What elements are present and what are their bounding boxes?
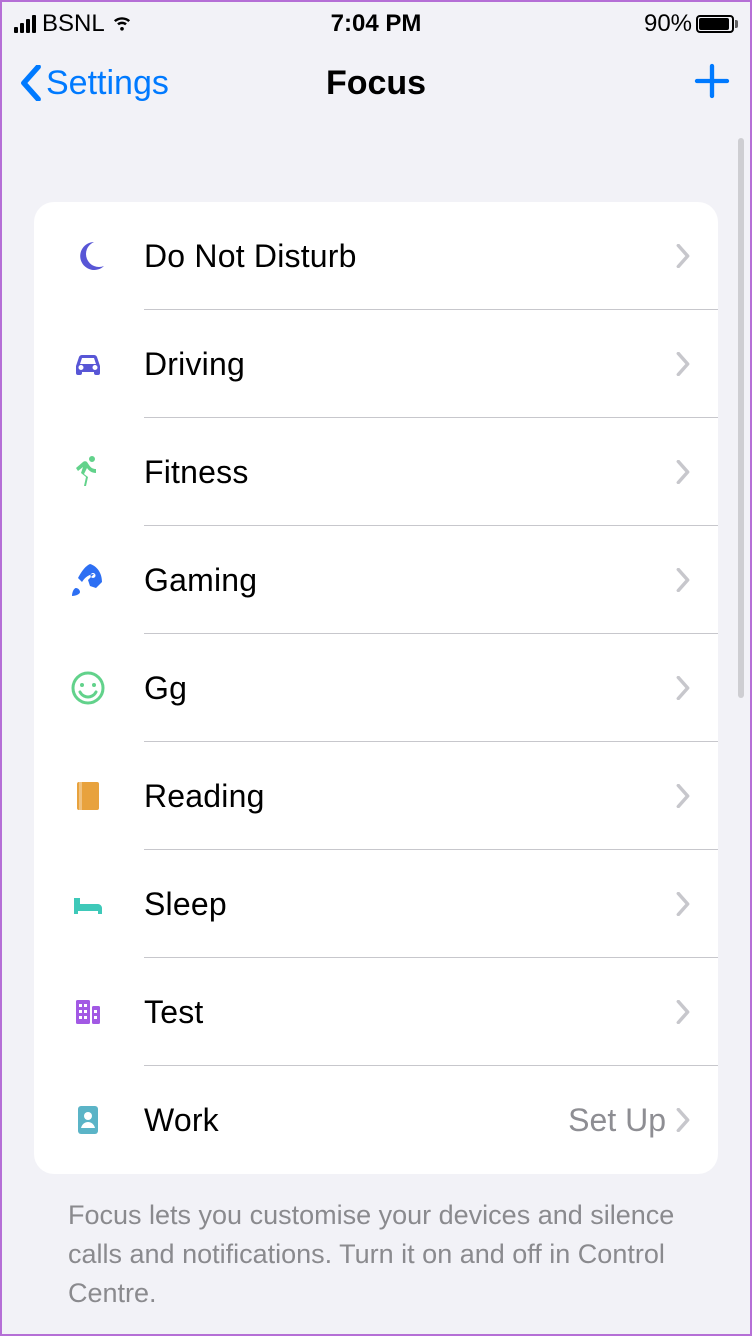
focus-row-detail: Set Up [568, 1102, 666, 1139]
building-icon [68, 992, 108, 1032]
focus-row[interactable]: Sleep [34, 850, 718, 958]
add-button[interactable] [692, 61, 732, 106]
wifi-icon [111, 10, 133, 39]
status-time: 7:04 PM [331, 10, 422, 38]
focus-row[interactable]: WorkSet Up [34, 1066, 718, 1174]
scrollbar[interactable] [738, 138, 744, 698]
chevron-right-icon [676, 1000, 690, 1024]
chevron-right-icon [676, 460, 690, 484]
focus-row[interactable]: Gg [34, 634, 718, 742]
chevron-right-icon [676, 352, 690, 376]
chevron-right-icon [676, 568, 690, 592]
moon-icon [68, 236, 108, 276]
focus-row-label: Do Not Disturb [144, 238, 676, 275]
badge-icon [68, 1100, 108, 1140]
focus-row-label: Driving [144, 346, 676, 383]
focus-row[interactable]: Gaming [34, 526, 718, 634]
plus-icon [692, 61, 732, 101]
focus-row-label: Gaming [144, 562, 676, 599]
nav-bar: Settings Focus [2, 46, 750, 130]
carrier-label: BSNL [42, 10, 105, 38]
chevron-right-icon [676, 676, 690, 700]
focus-row-label: Reading [144, 778, 676, 815]
chevron-right-icon [676, 1108, 690, 1132]
focus-row-label: Work [144, 1102, 568, 1139]
focus-row[interactable]: Reading [34, 742, 718, 850]
rocket-icon [68, 560, 108, 600]
focus-row[interactable]: Test [34, 958, 718, 1066]
status-right: 90% [421, 10, 738, 38]
focus-row-label: Fitness [144, 454, 676, 491]
book-icon [68, 776, 108, 816]
focus-row[interactable]: Do Not Disturb [34, 202, 718, 310]
focus-row[interactable]: Fitness [34, 418, 718, 526]
focus-row-label: Gg [144, 670, 676, 707]
status-left: BSNL [14, 10, 331, 39]
battery-percent-label: 90% [644, 10, 692, 38]
back-label: Settings [46, 64, 169, 103]
chevron-right-icon [676, 892, 690, 916]
car-icon [68, 344, 108, 384]
bed-icon [68, 884, 108, 924]
chevron-left-icon [20, 65, 42, 101]
content: Do Not Disturb Driving Fitness Gaming Gg Read… [2, 130, 750, 1313]
runner-icon [68, 452, 108, 492]
focus-row[interactable]: Driving [34, 310, 718, 418]
cellular-signal-icon [14, 15, 36, 33]
focus-row-label: Sleep [144, 886, 676, 923]
battery-icon [696, 15, 738, 33]
chevron-right-icon [676, 784, 690, 808]
focus-list: Do Not Disturb Driving Fitness Gaming Gg Read… [34, 202, 718, 1174]
chevron-right-icon [676, 244, 690, 268]
focus-row-label: Test [144, 994, 676, 1031]
footer-text: Focus lets you customise your devices an… [34, 1174, 718, 1313]
smile-icon [68, 668, 108, 708]
back-button[interactable]: Settings [20, 64, 169, 103]
status-bar: BSNL 7:04 PM 90% [2, 2, 750, 46]
